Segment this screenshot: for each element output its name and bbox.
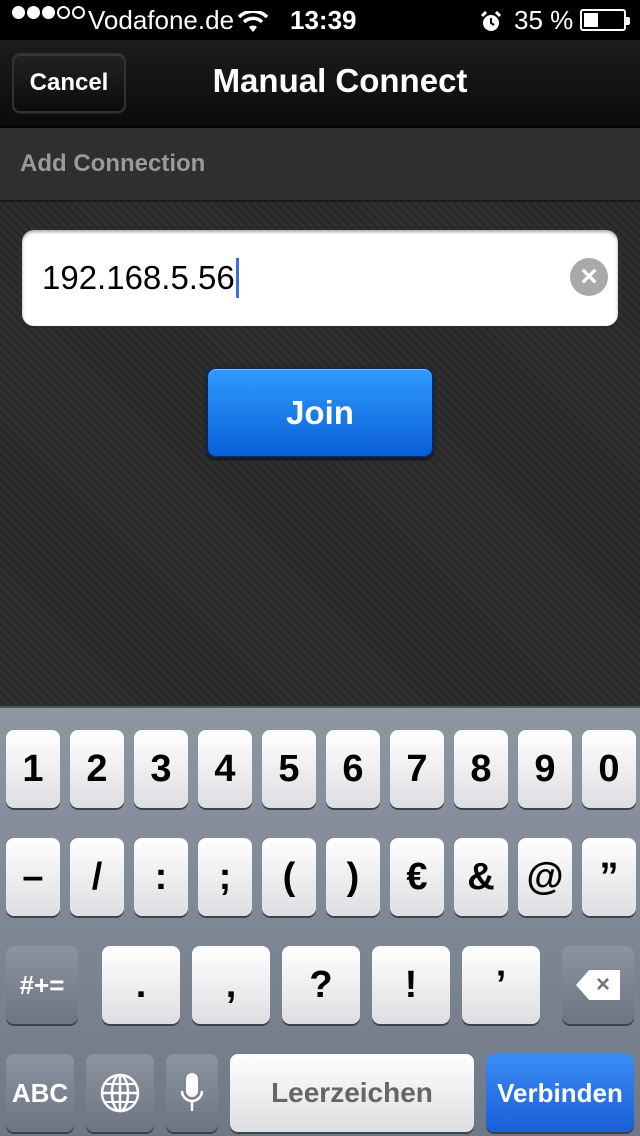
- backspace-icon: ×: [576, 970, 620, 1000]
- symbols-key[interactable]: #+=: [6, 946, 78, 1024]
- key-9[interactable]: 9: [518, 730, 572, 808]
- key-ampersand[interactable]: &: [454, 838, 508, 916]
- key-slash[interactable]: /: [70, 838, 124, 916]
- text-caret: [235, 258, 239, 299]
- key-period[interactable]: .: [102, 946, 180, 1024]
- section-label: Add Connection: [20, 150, 206, 177]
- status-bar: Vodafone.de 13:39 35 %: [0, 0, 640, 40]
- globe-key[interactable]: [86, 1054, 154, 1132]
- key-question[interactable]: ?: [282, 946, 360, 1024]
- key-8[interactable]: 8: [454, 730, 508, 808]
- ip-address-value: 192.168.5.56: [42, 259, 235, 296]
- key-comma[interactable]: ,: [192, 946, 270, 1024]
- key-3[interactable]: 3: [134, 730, 188, 808]
- ip-address-field[interactable]: 192.168.5.56 ×: [22, 230, 618, 326]
- key-at[interactable]: @: [518, 838, 572, 916]
- battery-icon: [580, 9, 630, 31]
- navigation-bar: Cancel Manual Connect: [0, 40, 640, 128]
- clear-text-icon[interactable]: ×: [570, 258, 608, 296]
- key-exclamation[interactable]: !: [372, 946, 450, 1024]
- key-4[interactable]: 4: [198, 730, 252, 808]
- wifi-icon: [237, 9, 269, 40]
- key-quote[interactable]: ”: [582, 838, 636, 916]
- signal-dots-icon: [12, 6, 85, 19]
- page-title: Manual Connect: [212, 62, 468, 99]
- key-1[interactable]: 1: [6, 730, 60, 808]
- key-semicolon[interactable]: ;: [198, 838, 252, 916]
- battery-percent: 35 %: [514, 5, 574, 35]
- dictation-key[interactable]: [166, 1054, 218, 1132]
- key-2[interactable]: 2: [70, 730, 124, 808]
- status-time: 13:39: [290, 5, 357, 35]
- microphone-icon: [180, 1073, 204, 1111]
- join-button[interactable]: Join: [206, 367, 434, 458]
- abc-key[interactable]: ABC: [6, 1054, 74, 1132]
- key-euro[interactable]: €: [390, 838, 444, 916]
- key-colon[interactable]: :: [134, 838, 188, 916]
- globe-icon: [100, 1073, 140, 1113]
- return-key[interactable]: Verbinden: [486, 1054, 634, 1132]
- key-6[interactable]: 6: [326, 730, 380, 808]
- cancel-button[interactable]: Cancel: [12, 53, 126, 113]
- carrier-label: Vodafone.de: [88, 5, 235, 35]
- key-7[interactable]: 7: [390, 730, 444, 808]
- key-dash[interactable]: –: [6, 838, 60, 916]
- backspace-key[interactable]: ×: [562, 946, 634, 1024]
- space-key[interactable]: Leerzeichen: [230, 1054, 474, 1132]
- keyboard: 1 2 3 4 5 6 7 8 9 0 – / : ; ( ) € & @ ” …: [0, 706, 640, 1136]
- key-close-paren[interactable]: ): [326, 838, 380, 916]
- key-0[interactable]: 0: [582, 730, 636, 808]
- connection-form: 192.168.5.56 × Join: [0, 202, 640, 706]
- key-open-paren[interactable]: (: [262, 838, 316, 916]
- key-apostrophe[interactable]: ’: [462, 946, 540, 1024]
- section-header: Add Connection: [0, 128, 640, 202]
- alarm-clock-icon: [480, 9, 502, 40]
- key-5[interactable]: 5: [262, 730, 316, 808]
